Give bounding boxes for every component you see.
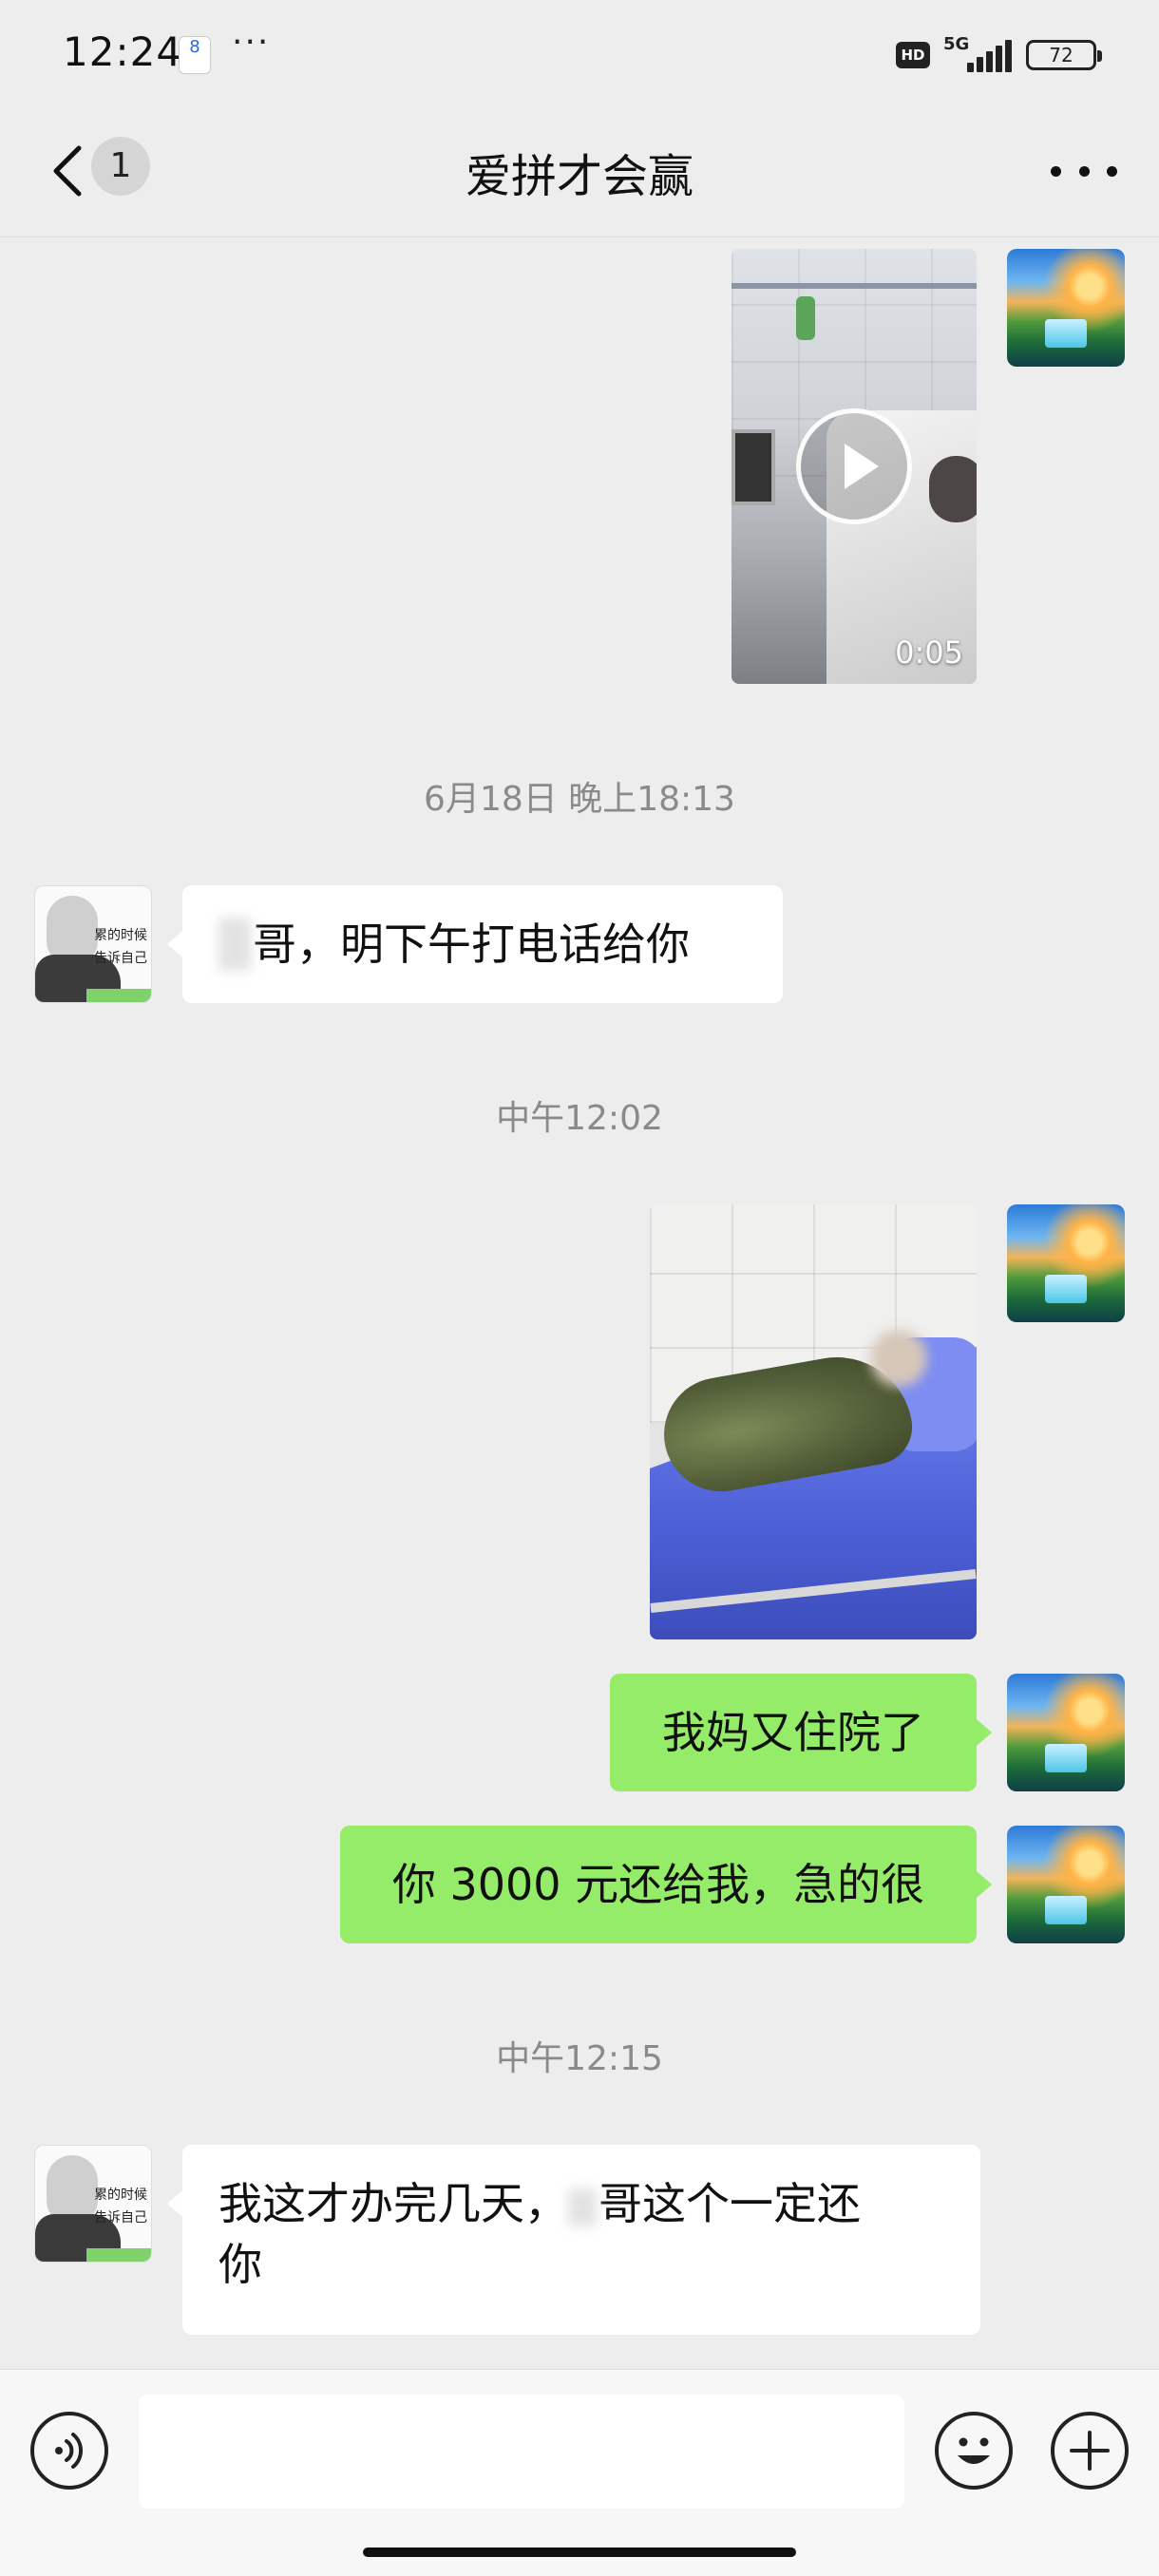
- voice-icon: [55, 2433, 84, 2469]
- contact-avatar[interactable]: 累的时候 告诉自己: [34, 2145, 152, 2263]
- message-text: 你 3000 元还给我，急的很: [391, 1859, 925, 1910]
- status-bar: 12:24 8 ··· HD 5G 72: [0, 0, 1159, 104]
- message-text-line: 你: [218, 2239, 262, 2290]
- battery-icon: 72: [1026, 40, 1102, 70]
- redacted-name: [568, 2188, 597, 2226]
- self-avatar[interactable]: [1007, 1674, 1125, 1791]
- self-avatar[interactable]: [1007, 1826, 1125, 1943]
- image-message[interactable]: [650, 1204, 977, 1639]
- signal-icon: [967, 38, 1015, 72]
- more-dots-icon: [1051, 165, 1061, 177]
- status-time: 12:24: [63, 28, 183, 75]
- self-avatar[interactable]: [1007, 249, 1125, 367]
- redacted-name: [218, 918, 251, 971]
- input-bar: [0, 2369, 1159, 2576]
- emoji-button[interactable]: [935, 2412, 1013, 2490]
- message-input[interactable]: [139, 2395, 904, 2509]
- chat-title: 爱拼才会赢: [465, 150, 694, 203]
- message-bubble-outgoing[interactable]: 我妈又住院了: [610, 1674, 992, 1791]
- message-bubble-outgoing[interactable]: 你 3000 元还给我，急的很: [340, 1826, 992, 1943]
- timestamp: 中午12:15: [496, 2039, 663, 2078]
- hd-badge: HD: [896, 42, 930, 68]
- more-options-button[interactable]: [1051, 152, 1117, 190]
- message-bubble-incoming[interactable]: 哥，明下午打电话给你: [167, 885, 783, 1003]
- timestamp: 6月18日 晚上18:13: [424, 780, 735, 819]
- voice-button[interactable]: [30, 2412, 108, 2490]
- self-avatar[interactable]: [1007, 1204, 1125, 1322]
- message-text: 我妈又住院了: [662, 1707, 924, 1758]
- status-more-dots: ···: [232, 23, 271, 62]
- chat-header: 1 爱拼才会赢: [0, 104, 1159, 237]
- notification-app-icon: 8: [179, 36, 211, 74]
- timestamp: 中午12:02: [496, 1099, 663, 1138]
- plus-icon: [1070, 2431, 1110, 2471]
- more-functions-button[interactable]: [1051, 2412, 1129, 2490]
- contact-avatar[interactable]: 累的时候 告诉自己: [34, 885, 152, 1003]
- video-message[interactable]: 0:05: [732, 249, 977, 684]
- message-text-line: 我这才办完几天， 哥这个一定还: [218, 2178, 861, 2229]
- network-type: 5G: [943, 34, 970, 54]
- notification-count: 8: [189, 37, 200, 57]
- video-duration: 0:05: [895, 635, 963, 671]
- message-bubble-incoming[interactable]: 我这才办完几天， 哥这个一定还 你: [167, 2145, 980, 2335]
- home-indicator[interactable]: [363, 2548, 796, 2557]
- play-icon[interactable]: [796, 408, 912, 524]
- emoji-icon: [958, 2437, 990, 2464]
- message-text: 哥，明下午打电话给你: [253, 919, 690, 970]
